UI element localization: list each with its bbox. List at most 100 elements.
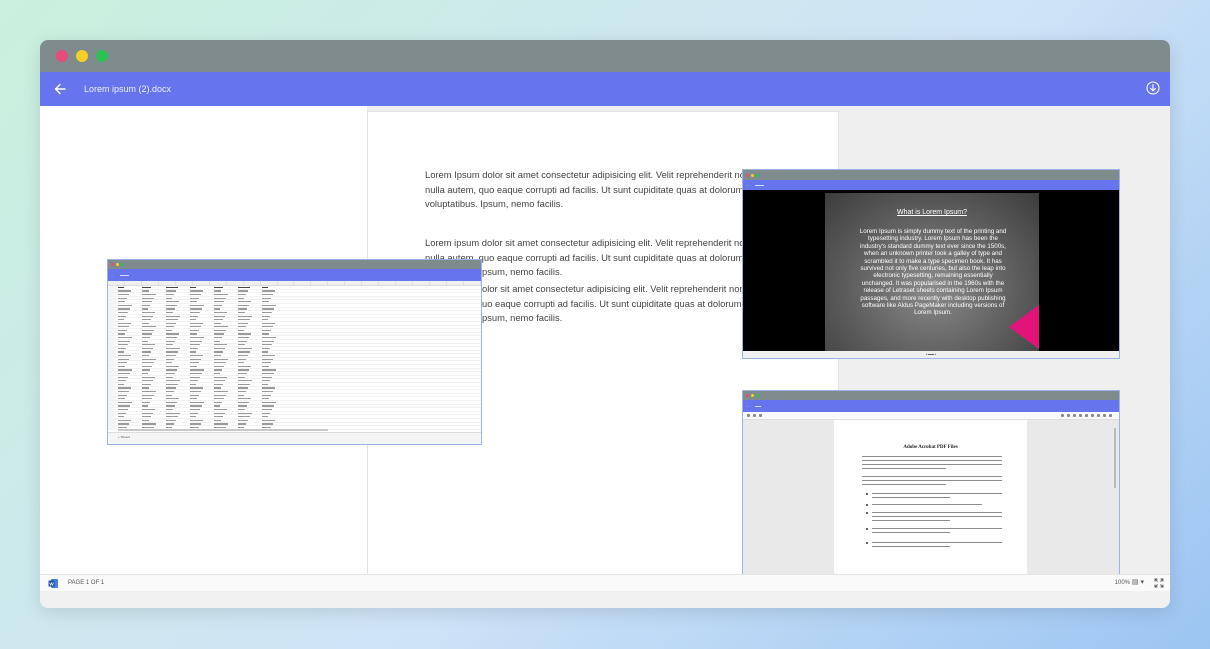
sheet-cell[interactable]: [212, 369, 236, 372]
column-header-cell[interactable]: [396, 281, 414, 285]
sheet-cell[interactable]: [236, 304, 260, 307]
sheet-cell[interactable]: [116, 372, 140, 375]
back-arrow-icon[interactable]: [50, 79, 70, 99]
sheet-cell[interactable]: [260, 300, 284, 303]
sheet-cell[interactable]: [212, 358, 236, 361]
column-header-cell[interactable]: [311, 281, 329, 285]
sheet-cell[interactable]: [188, 297, 212, 300]
sheet-cell[interactable]: [116, 293, 140, 296]
sheet-cell[interactable]: [260, 423, 284, 426]
sheet-cell[interactable]: [212, 351, 236, 354]
sheet-cell[interactable]: [236, 351, 260, 354]
sheet-cell[interactable]: [164, 344, 188, 347]
sheet-cell[interactable]: [212, 412, 236, 415]
column-header-cell[interactable]: [142, 281, 159, 285]
sheet-cell[interactable]: [260, 293, 284, 296]
sheet-cell[interactable]: [260, 387, 284, 390]
column-header-cell[interactable]: [294, 281, 312, 285]
sheet-cell[interactable]: [140, 290, 164, 293]
sheet-cell[interactable]: [188, 315, 212, 318]
sheet-cell[interactable]: [140, 419, 164, 422]
sheet-cell[interactable]: [140, 394, 164, 397]
sheet-cell[interactable]: [116, 390, 140, 393]
sheet-cell[interactable]: [140, 304, 164, 307]
sheet-cell[interactable]: [212, 347, 236, 350]
sheet-cell[interactable]: [164, 390, 188, 393]
sheet-cell[interactable]: [236, 336, 260, 339]
sheet-cell[interactable]: [236, 297, 260, 300]
sheet-cell[interactable]: [116, 329, 140, 332]
sheet-cell[interactable]: [188, 326, 212, 329]
sheet-cell[interactable]: [188, 329, 212, 332]
sheet-cell[interactable]: [212, 383, 236, 386]
sheet-cell[interactable]: [188, 401, 212, 404]
column-header-cell[interactable]: [464, 281, 481, 285]
sheet-cell[interactable]: [140, 293, 164, 296]
sheet-cell[interactable]: [116, 336, 140, 339]
sheet-cell[interactable]: [116, 415, 140, 418]
sheet-cell[interactable]: [260, 286, 284, 289]
sheet-cell[interactable]: [116, 300, 140, 303]
sheet-cell[interactable]: [188, 379, 212, 382]
sheet-cell[interactable]: [236, 369, 260, 372]
sheet-cell[interactable]: [140, 358, 164, 361]
sheet-cell[interactable]: [164, 415, 188, 418]
sheet-cell[interactable]: [188, 304, 212, 307]
sheet-cell[interactable]: [260, 379, 284, 382]
sheet-cell[interactable]: [236, 315, 260, 318]
sheet-cell[interactable]: [212, 286, 236, 289]
sheet-cell[interactable]: [140, 379, 164, 382]
sheet-cell[interactable]: [260, 394, 284, 397]
sheet-cell[interactable]: [236, 322, 260, 325]
sheet-cell[interactable]: [188, 358, 212, 361]
sheet-cell[interactable]: [212, 340, 236, 343]
sheet-cell[interactable]: [212, 293, 236, 296]
sheet-cell[interactable]: [236, 347, 260, 350]
sheet-cell[interactable]: [236, 365, 260, 368]
sheet-cell[interactable]: [116, 358, 140, 361]
sheet-cell[interactable]: [140, 401, 164, 404]
sheet-cell[interactable]: [188, 408, 212, 411]
sheet-cell[interactable]: [140, 340, 164, 343]
sheet-cell[interactable]: [236, 419, 260, 422]
sheet-cell[interactable]: [236, 383, 260, 386]
sheet-cell[interactable]: [260, 329, 284, 332]
sheet-cell[interactable]: [188, 423, 212, 426]
sheet-cell[interactable]: [188, 405, 212, 408]
sheet-cell[interactable]: [212, 300, 236, 303]
sheet-cell[interactable]: [260, 333, 284, 336]
sheet-cell[interactable]: [212, 326, 236, 329]
sheet-cell[interactable]: [116, 361, 140, 364]
sheet-cell[interactable]: [164, 387, 188, 390]
sheet-cell[interactable]: [236, 387, 260, 390]
sheet-cell[interactable]: [188, 318, 212, 321]
sheet-cell[interactable]: [212, 365, 236, 368]
sheet-cell[interactable]: [188, 344, 212, 347]
column-header-cell[interactable]: [430, 281, 448, 285]
column-header-cell[interactable]: [193, 281, 210, 285]
sheet-cell[interactable]: [116, 326, 140, 329]
sheet-cell[interactable]: [212, 361, 236, 364]
sheet-cell[interactable]: [260, 415, 284, 418]
sheet-cell[interactable]: [116, 354, 140, 357]
sheet-cell[interactable]: [140, 354, 164, 357]
sheet-cell[interactable]: [260, 412, 284, 415]
sheet-cell[interactable]: [140, 365, 164, 368]
sheet-cell[interactable]: [116, 379, 140, 382]
pdf-preview[interactable]: ← ▬▬ Adobe Acrobat PDF Files: [742, 390, 1120, 579]
column-header-cell[interactable]: [176, 281, 193, 285]
sheet-cell[interactable]: [164, 394, 188, 397]
sheet-cell[interactable]: [164, 397, 188, 400]
sheet-cell[interactable]: [236, 379, 260, 382]
sheet-cell[interactable]: [260, 308, 284, 311]
sheet-cell[interactable]: [260, 336, 284, 339]
sheet-cell[interactable]: [164, 354, 188, 357]
sheet-cell[interactable]: [116, 340, 140, 343]
sheet-cell[interactable]: [164, 347, 188, 350]
pdf-toolbar[interactable]: [743, 412, 1119, 420]
sheet-cell[interactable]: [260, 344, 284, 347]
sheet-cell[interactable]: [164, 361, 188, 364]
sheet-cell[interactable]: [188, 333, 212, 336]
sheet-cell[interactable]: [140, 383, 164, 386]
sheet-cell[interactable]: [140, 405, 164, 408]
